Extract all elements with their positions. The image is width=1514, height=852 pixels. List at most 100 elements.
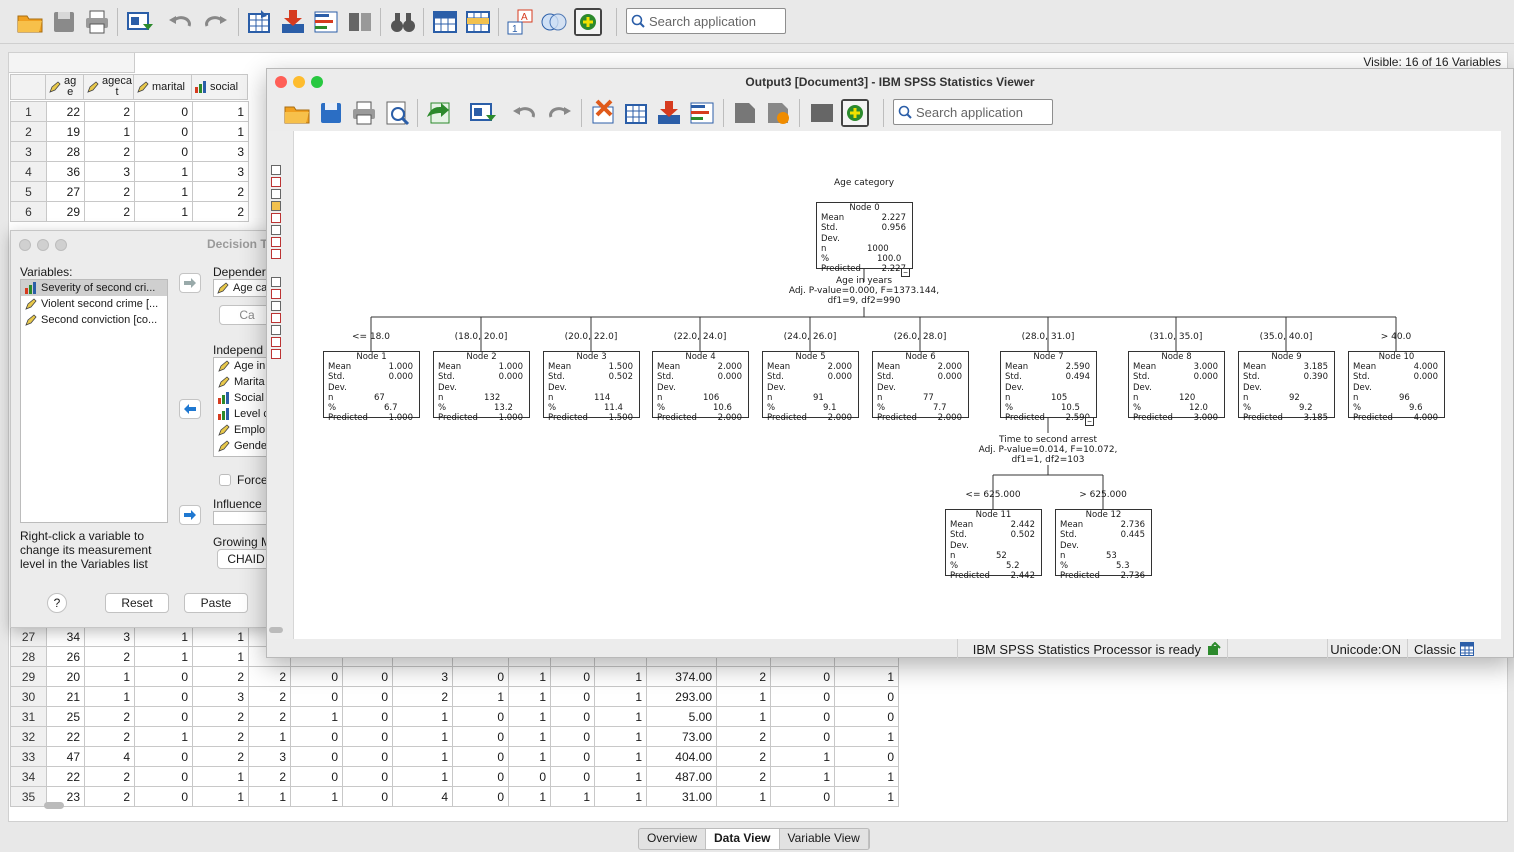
table-cell[interactable]: 0 bbox=[134, 706, 193, 727]
outline-title-icon[interactable] bbox=[271, 301, 281, 311]
table-cell[interactable]: 4 bbox=[84, 746, 135, 767]
outline-pane[interactable] bbox=[267, 131, 293, 639]
table-cell[interactable]: 0 bbox=[452, 786, 509, 807]
table-cell[interactable]: 19 bbox=[46, 121, 85, 142]
goto-case-icon[interactable] bbox=[245, 8, 273, 36]
variables-icon[interactable] bbox=[312, 8, 340, 36]
table-cell[interactable]: 0 bbox=[452, 706, 509, 727]
row-number[interactable]: 6 bbox=[10, 201, 47, 222]
table-cell[interactable]: 0 bbox=[770, 786, 835, 807]
table-cell[interactable]: 0 bbox=[290, 686, 343, 707]
row-number[interactable]: 30 bbox=[10, 686, 47, 707]
split-file-icon[interactable] bbox=[346, 8, 374, 36]
redo-icon[interactable] bbox=[545, 99, 573, 127]
row-number[interactable]: 34 bbox=[10, 766, 47, 787]
outline-output-icon[interactable] bbox=[271, 289, 281, 299]
table-cell[interactable]: 34 bbox=[46, 626, 85, 647]
table-cell[interactable]: 22 bbox=[46, 726, 85, 747]
outline-title-icon[interactable] bbox=[271, 189, 281, 199]
table-cell[interactable]: 2 bbox=[248, 706, 291, 727]
table-cell[interactable]: 0 bbox=[550, 706, 595, 727]
table-cell[interactable]: 2 bbox=[248, 686, 291, 707]
variables-icon[interactable] bbox=[688, 99, 716, 127]
outline-chart-icon[interactable] bbox=[271, 225, 281, 235]
table-cell[interactable]: 487.00 bbox=[646, 766, 717, 787]
corner-cell[interactable] bbox=[10, 74, 46, 100]
outline-output-icon[interactable] bbox=[271, 177, 281, 187]
reset-button[interactable]: Reset bbox=[105, 593, 169, 613]
table-cell[interactable]: 1 bbox=[134, 201, 193, 222]
table-cell[interactable]: 0 bbox=[134, 686, 193, 707]
table-cell[interactable]: 3 bbox=[84, 626, 135, 647]
table-cell[interactable]: 1 bbox=[192, 626, 249, 647]
table-cell[interactable]: 27 bbox=[46, 181, 85, 202]
table-cell[interactable]: 1 bbox=[594, 686, 647, 707]
table-cell[interactable]: 1 bbox=[594, 746, 647, 767]
table-cell[interactable]: 0 bbox=[134, 121, 193, 142]
table-cell[interactable]: 1 bbox=[508, 746, 551, 767]
table-cell[interactable]: 1 bbox=[594, 706, 647, 727]
dialog-recall-icon[interactable] bbox=[468, 99, 496, 127]
outline-log-icon[interactable] bbox=[271, 165, 281, 175]
variables-list[interactable]: Severity of second cri... Violent second… bbox=[20, 279, 168, 523]
table-cell[interactable]: 0 bbox=[452, 746, 509, 767]
use-sets-icon[interactable] bbox=[540, 8, 568, 36]
list-item[interactable]: Level c bbox=[214, 406, 272, 422]
table-cell[interactable]: 4 bbox=[392, 786, 453, 807]
table-cell[interactable]: 1 bbox=[508, 726, 551, 747]
table-cell[interactable]: 22 bbox=[46, 101, 85, 122]
influence-field[interactable] bbox=[213, 511, 273, 525]
table-cell[interactable]: 0 bbox=[452, 726, 509, 747]
table-cell[interactable]: 1 bbox=[508, 666, 551, 687]
main-search-input[interactable]: Search application bbox=[626, 8, 786, 34]
print-preview-icon[interactable] bbox=[383, 99, 411, 127]
tree-node-1[interactable]: Node 1 Mean 1.000 Std. Dev. 0.000 n 67% 6.7 Pred… bbox=[323, 351, 420, 423]
column-header-marital[interactable]: marital bbox=[134, 74, 192, 100]
table-row[interactable]: 6 29 2 1 2 bbox=[10, 201, 249, 222]
tree-node-2[interactable]: Node 2 Mean 1.000 Std. Dev. 0.000 n 132% 13.2 Pr… bbox=[433, 351, 530, 423]
goto-variable-icon[interactable] bbox=[655, 99, 683, 127]
dialog-recall-icon[interactable] bbox=[125, 8, 153, 36]
row-number[interactable]: 3 bbox=[10, 141, 47, 162]
table-cell[interactable]: 0 bbox=[452, 666, 509, 687]
table-row[interactable]: 33 47 4 0 2 3 0 0 1 0 1 0 1 404.00 2 1 0 bbox=[10, 746, 899, 767]
table-cell[interactable]: 3 bbox=[192, 141, 249, 162]
table-cell[interactable]: 0 bbox=[290, 726, 343, 747]
table-cell[interactable]: 1 bbox=[248, 726, 291, 747]
table-cell[interactable]: 47 bbox=[46, 746, 85, 767]
table-cell[interactable]: 5.00 bbox=[646, 706, 717, 727]
table-cell[interactable]: 2 bbox=[84, 786, 135, 807]
list-item[interactable]: Gende bbox=[214, 438, 272, 454]
table-cell[interactable]: 1 bbox=[594, 766, 647, 787]
table-cell[interactable]: 1 bbox=[834, 726, 899, 747]
outline-table-icon[interactable] bbox=[271, 313, 281, 323]
table-cell[interactable]: 0 bbox=[550, 746, 595, 767]
table-cell[interactable]: 1 bbox=[192, 786, 249, 807]
table-cell[interactable]: 0 bbox=[342, 766, 393, 787]
table-cell[interactable]: 2 bbox=[716, 666, 771, 687]
table-cell[interactable]: 26 bbox=[46, 646, 85, 667]
show-hide-icon[interactable] bbox=[808, 99, 836, 127]
column-header-age[interactable]: ag e bbox=[46, 74, 84, 100]
table-cell[interactable]: 0 bbox=[770, 706, 835, 727]
table-cell[interactable]: 0 bbox=[342, 786, 393, 807]
table-cell[interactable]: 2 bbox=[84, 201, 135, 222]
table-cell[interactable]: 0 bbox=[834, 746, 899, 767]
table-cell[interactable]: 0 bbox=[770, 666, 835, 687]
table-cell[interactable]: 1 bbox=[134, 726, 193, 747]
print-icon[interactable] bbox=[350, 99, 378, 127]
table-cell[interactable]: 404.00 bbox=[646, 746, 717, 767]
minimize-button[interactable] bbox=[37, 239, 49, 251]
row-number[interactable]: 28 bbox=[10, 646, 47, 667]
save-icon[interactable] bbox=[317, 99, 345, 127]
table-cell[interactable]: 1 bbox=[192, 646, 249, 667]
table-cell[interactable]: 2 bbox=[192, 706, 249, 727]
table-cell[interactable]: 2 bbox=[84, 141, 135, 162]
collapse-node-button[interactable]: − bbox=[901, 268, 910, 277]
table-cell[interactable]: 0 bbox=[550, 686, 595, 707]
table-cell[interactable]: 28 bbox=[46, 141, 85, 162]
table-cell[interactable]: 1 bbox=[834, 666, 899, 687]
insert-cases-icon[interactable] bbox=[431, 8, 459, 36]
goto-data-icon[interactable] bbox=[589, 99, 617, 127]
outline-scrollbar[interactable] bbox=[269, 627, 283, 633]
